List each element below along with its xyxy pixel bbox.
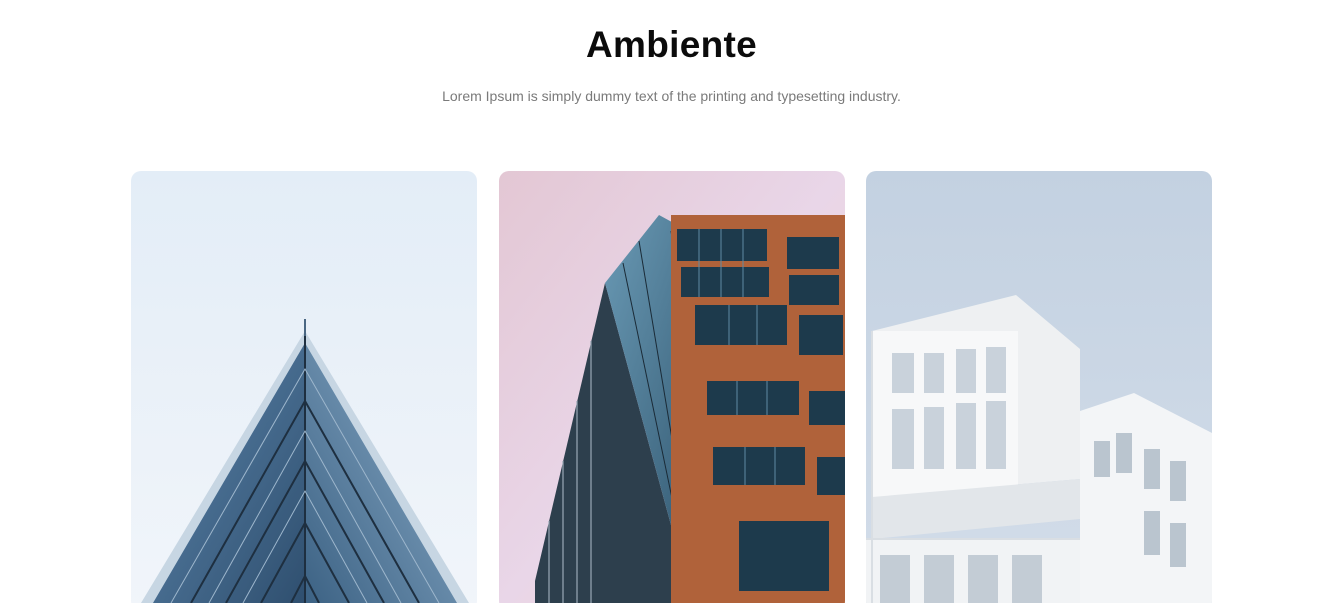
gallery-card-pyramid[interactable] (131, 171, 477, 603)
section-subtitle: Lorem Ipsum is simply dummy text of the … (442, 88, 901, 104)
modular-building-image (866, 171, 1212, 603)
ambiente-section: Ambiente Lorem Ipsum is simply dummy tex… (0, 0, 1343, 603)
gallery-card-modular[interactable] (866, 171, 1212, 603)
pyramid-building-image (131, 171, 477, 603)
section-title: Ambiente (586, 24, 757, 65)
tower-building-image (499, 171, 845, 603)
gallery-card-tower[interactable] (499, 171, 845, 603)
